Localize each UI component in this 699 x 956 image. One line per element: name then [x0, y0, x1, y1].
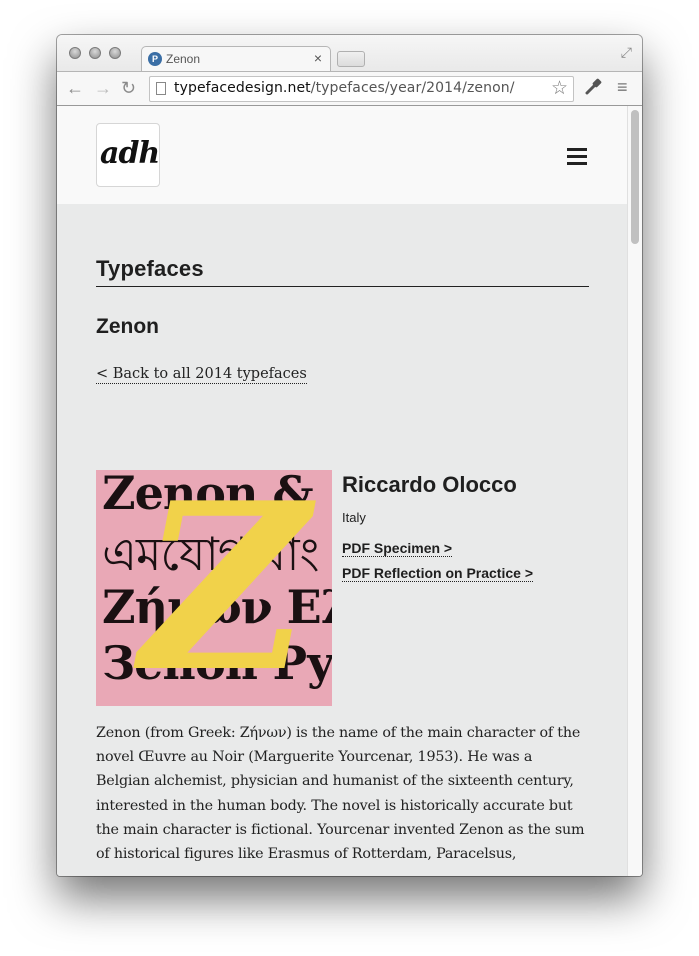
bookmark-star-icon[interactable]: ☆: [551, 77, 568, 100]
reload-icon[interactable]: ↻: [121, 78, 136, 98]
pdf-reflection-link[interactable]: PDF Reflection on Practice >: [342, 565, 533, 582]
site-header: adh: [57, 106, 627, 204]
page-icon: [156, 82, 166, 95]
designer-info: Riccardo Olocco Italy PDF Specimen > PDF…: [342, 472, 533, 583]
back-to-typefaces-link[interactable]: < Back to all 2014 typefaces: [96, 366, 307, 384]
back-arrow-icon[interactable]: ←: [66, 78, 84, 98]
designer-country: Italy: [342, 510, 366, 525]
close-window-button[interactable]: [69, 47, 81, 59]
tab-strip: P Zenon × ⤢: [57, 35, 642, 72]
forward-arrow-icon[interactable]: →: [94, 78, 112, 98]
logo-text: adh: [100, 136, 160, 171]
designer-section: Zenon & এমযোগ বাং Ζήνων Ελ Зенон Ру Z Ri…: [96, 470, 589, 706]
url-host: typefacedesign.net: [174, 80, 311, 96]
browser-window: P Zenon × ⤢ ← → ↻ typefacedesign.net/typ…: [57, 35, 642, 876]
designer-name: Riccardo Olocco: [342, 472, 517, 497]
browser-menu-icon[interactable]: ≡: [617, 77, 628, 98]
url-text[interactable]: typefacedesign.net/typefaces/year/2014/z…: [174, 80, 515, 96]
tab-close-icon[interactable]: ×: [314, 50, 322, 66]
address-bar[interactable]: typefacedesign.net/typefaces/year/2014/z…: [149, 76, 574, 102]
browser-toolbar: ← → ↻ typefacedesign.net/typefaces/year/…: [57, 71, 642, 106]
tab-zenon[interactable]: P Zenon ×: [141, 46, 331, 72]
typeface-specimen-image: Zenon & এমযোগ বাং Ζήνων Ελ Зенон Ру Z: [96, 470, 332, 706]
minimize-window-button[interactable]: [89, 47, 101, 59]
vertical-scrollbar[interactable]: [627, 106, 642, 876]
typeface-description: Zenon (from Greek: Ζήνων) is the name of…: [96, 725, 585, 863]
new-tab-button[interactable]: [337, 51, 365, 67]
site-favicon-icon: P: [148, 52, 162, 66]
url-path: /typefaces/year/2014/zenon/: [310, 80, 515, 96]
page-title: Zenon: [96, 315, 159, 338]
main-content: Typefaces Zenon < Back to all 2014 typef…: [96, 204, 589, 876]
pdf-specimen-link[interactable]: PDF Specimen >: [342, 540, 453, 557]
fullscreen-icon[interactable]: ⤢: [621, 44, 632, 61]
scrollbar-thumb[interactable]: [631, 110, 639, 244]
site-logo[interactable]: adh: [96, 123, 160, 187]
tab-title: Zenon: [166, 52, 201, 66]
hamburger-icon[interactable]: [567, 148, 587, 169]
page-viewport: adh Typefaces Zenon < Back to all 2014 t…: [57, 106, 642, 876]
zoom-window-button[interactable]: [109, 47, 121, 59]
wrench-icon[interactable]: [585, 77, 603, 100]
specimen-big-letter: Z: [141, 470, 309, 706]
section-title: Typefaces: [96, 256, 589, 287]
